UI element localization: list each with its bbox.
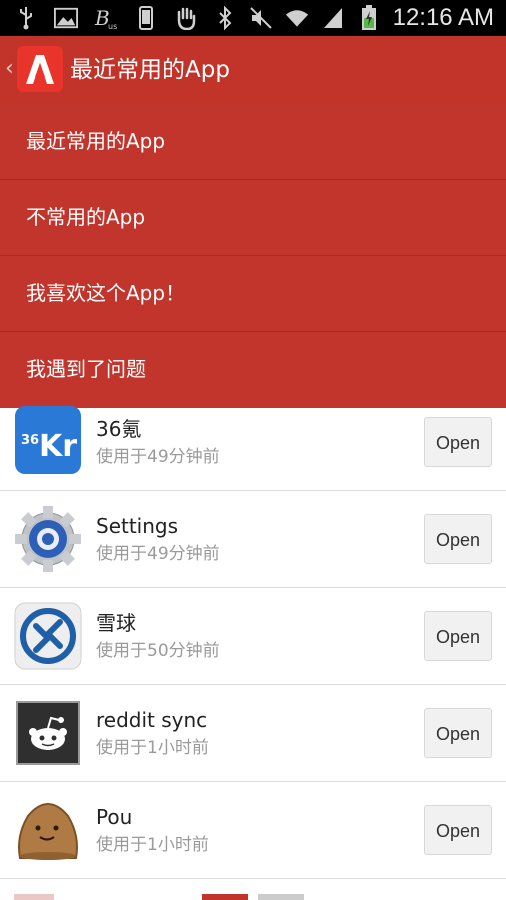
- menu-item-rarely-used[interactable]: 不常用的App: [0, 180, 506, 256]
- hand-icon: [174, 6, 198, 30]
- image-icon: [54, 6, 78, 30]
- svg-text:Kr: Kr: [39, 429, 77, 464]
- app-last-used: 使用于1小时前: [96, 835, 209, 855]
- list-item[interactable]: 36 Kr 36氪 使用于49分钟前 Open: [0, 406, 506, 491]
- action-bar: ‹ 最近常用的App: [0, 36, 506, 104]
- 36kr-icon: 36 Kr: [14, 406, 82, 474]
- list-item[interactable]: reddit sync 使用于1小时前 Open: [0, 685, 506, 782]
- signal-icon: [321, 6, 345, 30]
- svg-text:us: us: [108, 22, 117, 30]
- bus-icon: Bus: [94, 6, 118, 30]
- app-name: Pou: [96, 805, 133, 829]
- usb-icon: [14, 6, 38, 30]
- app-logo[interactable]: [17, 46, 63, 92]
- phone-icon: [134, 6, 158, 30]
- settings-gear-icon: [14, 505, 82, 573]
- action-bar-title[interactable]: 最近常用的App: [70, 54, 230, 86]
- tab-indicator-segment: [14, 894, 54, 900]
- back-caret-icon[interactable]: ‹: [5, 57, 14, 81]
- app-name: reddit sync: [96, 708, 208, 732]
- dropdown-menu: 最近常用的App 不常用的App 我喜欢这个App！ 我遇到了问题: [0, 104, 506, 408]
- open-button[interactable]: Open: [424, 805, 492, 855]
- wifi-icon: [285, 6, 309, 30]
- app-last-used: 使用于49分钟前: [96, 544, 220, 564]
- bluetooth-icon: [213, 6, 237, 30]
- mute-icon: [249, 6, 273, 30]
- tab-indicator-segment: [258, 894, 304, 900]
- open-button[interactable]: Open: [424, 611, 492, 661]
- list-item[interactable]: Settings 使用于49分钟前 Open: [0, 491, 506, 588]
- status-bar: Bus 12:16 AM: [0, 0, 506, 36]
- app-last-used: 使用于50分钟前: [96, 641, 220, 661]
- svg-text:36: 36: [21, 433, 39, 448]
- app-last-used: 使用于49分钟前: [96, 447, 220, 467]
- open-button[interactable]: Open: [424, 417, 492, 467]
- reddit-icon: [14, 699, 82, 767]
- app-last-used: 使用于1小时前: [96, 738, 209, 758]
- pou-icon: [14, 796, 82, 864]
- xueqiu-icon: [14, 602, 82, 670]
- list-item[interactable]: Pou 使用于1小时前 Open: [0, 782, 506, 879]
- status-time: 12:16 AM: [392, 4, 494, 31]
- menu-item-like-app[interactable]: 我喜欢这个App！: [0, 256, 506, 332]
- open-button[interactable]: Open: [424, 514, 492, 564]
- app-list: 36 Kr 36氪 使用于49分钟前 Open Settings 使用于49分钟…: [0, 406, 506, 879]
- battery-charging-icon: [357, 5, 381, 30]
- list-item[interactable]: 雪球 使用于50分钟前 Open: [0, 588, 506, 685]
- app-name: 36氪: [96, 417, 142, 441]
- app-name: 雪球: [96, 611, 136, 635]
- bottom-tab-indicator: [0, 890, 506, 900]
- tab-indicator-segment: [202, 894, 248, 900]
- menu-item-report-problem[interactable]: 我遇到了问题: [0, 332, 506, 408]
- open-button[interactable]: Open: [424, 708, 492, 758]
- menu-item-recent[interactable]: 最近常用的App: [0, 104, 506, 180]
- app-logo-icon: [26, 55, 54, 84]
- app-name: Settings: [96, 514, 179, 538]
